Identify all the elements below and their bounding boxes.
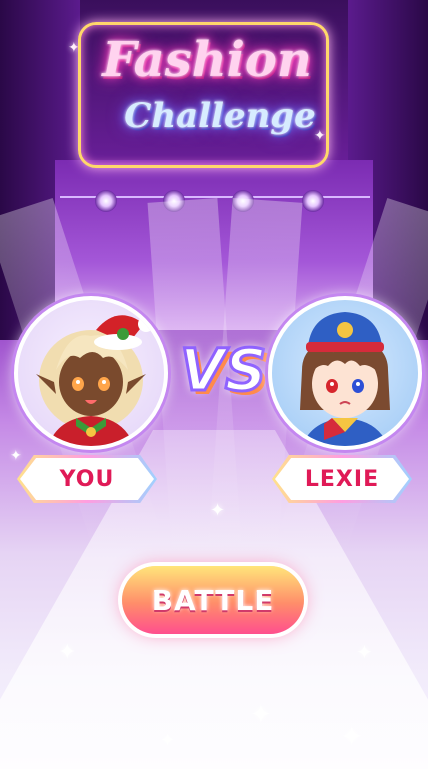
stage-lamp — [95, 190, 117, 212]
player-avatar — [14, 296, 168, 450]
title-challenge: Challenge — [124, 96, 316, 136]
sparkle-icon: ✦ — [160, 730, 176, 751]
game-screen: ✦ ✦ ✦ ✦ ✦ ✦ ✦ ✦ ✦ Fashion Challenge VS Y… — [0, 0, 428, 769]
opponent-avatar — [268, 296, 422, 450]
player-name-tag: YOU — [17, 455, 157, 503]
sparkle-icon: ✦ — [10, 448, 22, 464]
sparkle-icon: ✦ — [340, 720, 364, 753]
player-name: YOU — [20, 458, 154, 500]
vs-label: VS — [179, 335, 269, 406]
battle-button-label: BATTLE — [151, 583, 275, 617]
opponent-portrait — [300, 312, 390, 446]
stage-lamp — [302, 190, 324, 212]
vs-emblem: VS — [179, 330, 269, 420]
sparkle-icon: ✦ — [356, 640, 373, 664]
battle-button[interactable]: BATTLE — [122, 566, 304, 634]
player-portrait — [36, 315, 154, 446]
opponent-name: LEXIE — [275, 458, 409, 500]
opponent-name-tag: LEXIE — [272, 455, 412, 503]
title-fashion: Fashion — [102, 32, 312, 88]
sparkle-icon: ✦ — [210, 500, 226, 521]
sparkle-icon: ✦ — [58, 640, 77, 665]
sparkle-icon: ✦ — [250, 700, 272, 730]
